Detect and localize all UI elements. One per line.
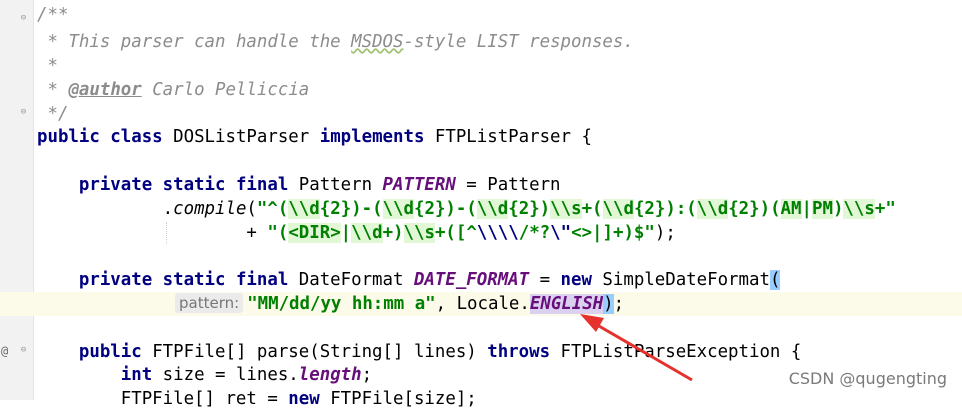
annotation-arrow-icon — [580, 314, 693, 382]
watermark: CSDN @qugengting — [788, 369, 947, 388]
